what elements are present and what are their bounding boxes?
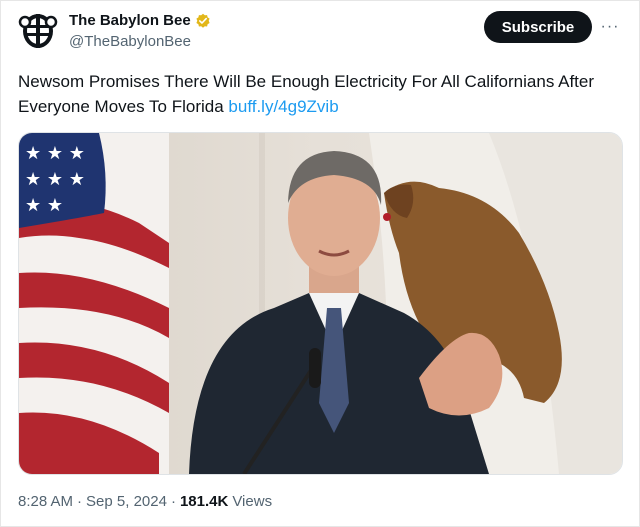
gold-verified-badge-icon[interactable] [195,13,211,29]
views-label: Views [232,493,273,510]
svg-text:★ ★: ★ ★ [25,195,63,216]
svg-text:★ ★ ★: ★ ★ ★ [25,169,85,190]
tweet-text: Newsom Promises There Will Be Enough Ele… [18,69,628,119]
subscribe-button[interactable]: Subscribe [484,11,592,43]
tweet-time[interactable]: 8:28 AM [18,493,73,510]
more-options-icon[interactable]: ··· [598,15,622,39]
tweet-image[interactable]: ★ ★ ★ ★ ★ ★ ★ ★ [18,132,623,475]
tweet-date[interactable]: Sep 5, 2024 [86,493,167,510]
svg-text:★ ★ ★: ★ ★ ★ [25,143,85,164]
account-name-row[interactable]: The Babylon Bee [69,12,211,29]
display-name[interactable]: The Babylon Bee [69,12,191,29]
account-handle[interactable]: @TheBabylonBee [69,33,191,50]
tweet-meta: 8:28 AM · Sep 5, 2024 · 181.4K Views [18,493,272,510]
tweet-link[interactable]: buff.ly/4g9Zvib [228,97,338,116]
bee-logo-icon[interactable] [17,10,59,52]
tweet-card: The Babylon Bee @TheBabylonBee Subscribe… [0,0,640,527]
meta-separator: · [77,493,83,510]
views-count[interactable]: 181.4K [180,493,228,510]
meta-separator: · [170,493,176,510]
